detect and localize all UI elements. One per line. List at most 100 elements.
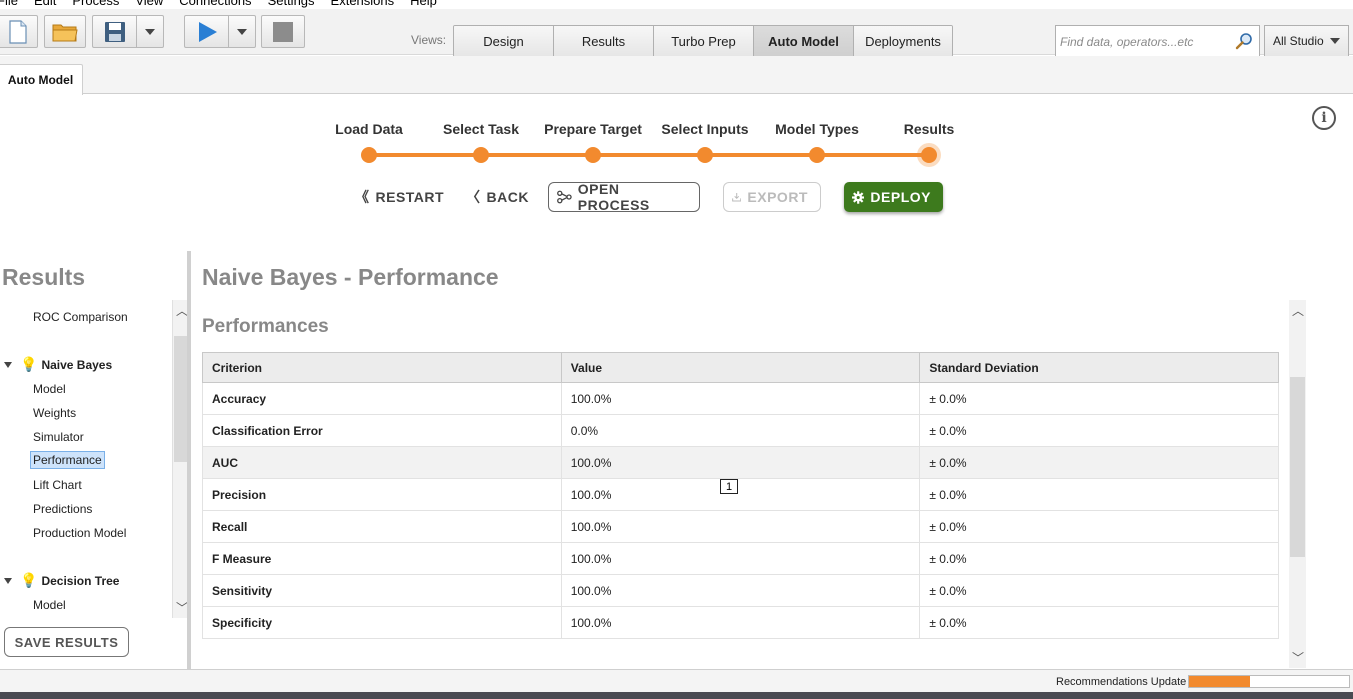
column-header-standard-deviation[interactable]: Standard Deviation (919, 352, 1279, 383)
criterion-cell: Recall (202, 510, 562, 543)
nav-item-lift-chart[interactable]: Lift Chart (33, 478, 82, 492)
step-select-task-dot[interactable] (473, 147, 489, 163)
deploy-button[interactable]: DEPLOY (844, 182, 943, 212)
std-dev-cell: ± 0.0% (919, 542, 1279, 575)
open-process-label: OPEN PROCESS (577, 181, 650, 213)
nav-group-naive-bayes[interactable]: 💡 Naive Bayes (4, 356, 112, 373)
nav-item-production-model[interactable]: Production Model (33, 526, 126, 540)
step-results-dot[interactable] (921, 147, 937, 163)
step-model-types-label[interactable]: Model Types (775, 121, 859, 137)
menu-extensions[interactable]: Extensions (323, 0, 403, 9)
export-label: EXPORT (747, 189, 808, 205)
export-button[interactable]: EXPORT (723, 182, 821, 212)
nav-item-weights[interactable]: Weights (33, 406, 76, 420)
stop-button[interactable] (261, 15, 305, 48)
process-icon (557, 190, 572, 204)
table-row[interactable]: Precision 100.0% ± 0.0% (202, 478, 1279, 511)
view-deployments-button[interactable]: Deployments (854, 26, 952, 56)
view-turbo-prep-button[interactable]: Turbo Prep (654, 26, 754, 56)
value-cell: 100.0% (560, 510, 920, 543)
save-results-button[interactable]: SAVE RESULTS (4, 627, 129, 657)
save-dropdown-button[interactable] (136, 15, 164, 48)
nav-item-roc-comparison[interactable]: ROC Comparison (33, 310, 128, 324)
results-nav-scrollbar[interactable]: ︿ ﹀ (172, 300, 188, 618)
search-icon[interactable] (1235, 32, 1253, 50)
step-prepare-target-label[interactable]: Prepare Target (544, 121, 642, 137)
step-select-inputs-label[interactable]: Select Inputs (661, 121, 748, 137)
open-process-button[interactable] (44, 15, 86, 48)
run-dropdown-button[interactable] (228, 15, 256, 48)
step-model-types-dot[interactable] (809, 147, 825, 163)
menu-file[interactable]: File (0, 0, 26, 9)
scroll-up-icon[interactable]: ︿ (1292, 302, 1304, 319)
nav-item-model[interactable]: Model (33, 382, 66, 396)
menu-process[interactable]: Process (64, 0, 127, 9)
search-scope-dropdown[interactable]: All Studio (1264, 25, 1349, 57)
content-scrollbar[interactable]: ︿ ﹀ (1289, 300, 1306, 668)
search-input[interactable]: Find data, operators...etc (1055, 25, 1260, 57)
table-row[interactable]: Specificity 100.0% ± 0.0% (202, 606, 1279, 639)
step-load-data-label[interactable]: Load Data (335, 121, 403, 137)
expand-triangle-icon[interactable] (4, 361, 12, 368)
status-text: Recommendations Update (1056, 676, 1187, 688)
step-prepare-target-dot[interactable] (585, 147, 601, 163)
value-cell: 100.0% (560, 382, 920, 415)
nav-item-simulator[interactable]: Simulator (33, 430, 84, 444)
restart-button[interactable]: 《 RESTART (355, 182, 444, 212)
nav-item-performance[interactable]: Performance (30, 451, 105, 469)
results-navigation: ROC Comparison 💡 Naive Bayes Model Weigh… (0, 300, 172, 618)
scrollbar-thumb[interactable] (174, 336, 188, 462)
new-process-button[interactable] (0, 15, 38, 48)
table-row[interactable]: Accuracy 100.0% ± 0.0% (202, 382, 1279, 415)
step-load-data-dot[interactable] (361, 147, 377, 163)
column-header-criterion[interactable]: Criterion (202, 352, 562, 383)
scroll-down-icon[interactable]: ﹀ (1292, 649, 1304, 666)
back-label: BACK (486, 189, 529, 205)
info-icon[interactable]: i (1312, 106, 1336, 130)
menu-settings[interactable]: Settings (260, 0, 323, 9)
toolbar: Views: Design Results Turbo Prep Auto Mo… (0, 9, 1353, 57)
lightbulb-icon: 💡 (20, 356, 38, 372)
panel-divider[interactable] (187, 251, 191, 669)
std-dev-cell: ± 0.0% (919, 478, 1279, 511)
scrollbar-thumb[interactable] (1290, 377, 1305, 557)
view-design-button[interactable]: Design (454, 26, 554, 56)
step-select-inputs-dot[interactable] (697, 147, 713, 163)
nav-item-model[interactable]: Model (33, 598, 66, 612)
back-button[interactable]: 〈 BACK (466, 182, 529, 212)
deploy-label: DEPLOY (870, 189, 931, 205)
view-results-button[interactable]: Results (554, 26, 654, 56)
step-results-label[interactable]: Results (904, 121, 955, 137)
save-button[interactable] (92, 15, 136, 48)
value-cell: 100.0% (560, 446, 920, 479)
column-header-value[interactable]: Value (560, 352, 921, 383)
open-process-button[interactable]: OPEN PROCESS (548, 181, 700, 213)
nav-group-decision-tree[interactable]: 💡 Decision Tree (4, 572, 119, 589)
performance-table: Criterion Value Standard Deviation Accur… (202, 352, 1279, 639)
std-dev-cell: ± 0.0% (919, 510, 1279, 543)
nav-item-predictions[interactable]: Predictions (33, 502, 92, 516)
chevron-left-icon: 〈 (466, 189, 481, 205)
table-row[interactable]: Recall 100.0% ± 0.0% (202, 510, 1279, 543)
table-row[interactable]: AUC 100.0% ± 0.0% (202, 446, 1279, 479)
menu-bar: File Edit Process View Connections Setti… (0, 0, 1353, 9)
criterion-cell: F Measure (202, 542, 562, 575)
std-dev-cell: ± 0.0% (919, 574, 1279, 607)
export-icon (732, 192, 742, 202)
table-row[interactable]: Classification Error 0.0% ± 0.0% (202, 414, 1279, 447)
tab-auto-model[interactable]: Auto Model (0, 64, 83, 95)
nav-group-label: Naive Bayes (41, 357, 113, 372)
table-row[interactable]: Sensitivity 100.0% ± 0.0% (202, 574, 1279, 607)
progress-fill (1189, 676, 1250, 687)
view-auto-model-button[interactable]: Auto Model (754, 26, 854, 56)
menu-edit[interactable]: Edit (26, 0, 64, 9)
value-cell: 100.0% (560, 574, 920, 607)
menu-connections[interactable]: Connections (171, 0, 259, 9)
menu-help[interactable]: Help (402, 0, 445, 9)
step-select-task-label[interactable]: Select Task (443, 121, 519, 137)
views-label: Views: (411, 33, 447, 47)
menu-view[interactable]: View (127, 0, 171, 9)
table-row[interactable]: F Measure 100.0% ± 0.0% (202, 542, 1279, 575)
expand-triangle-icon[interactable] (4, 577, 12, 584)
run-button[interactable] (184, 15, 228, 48)
